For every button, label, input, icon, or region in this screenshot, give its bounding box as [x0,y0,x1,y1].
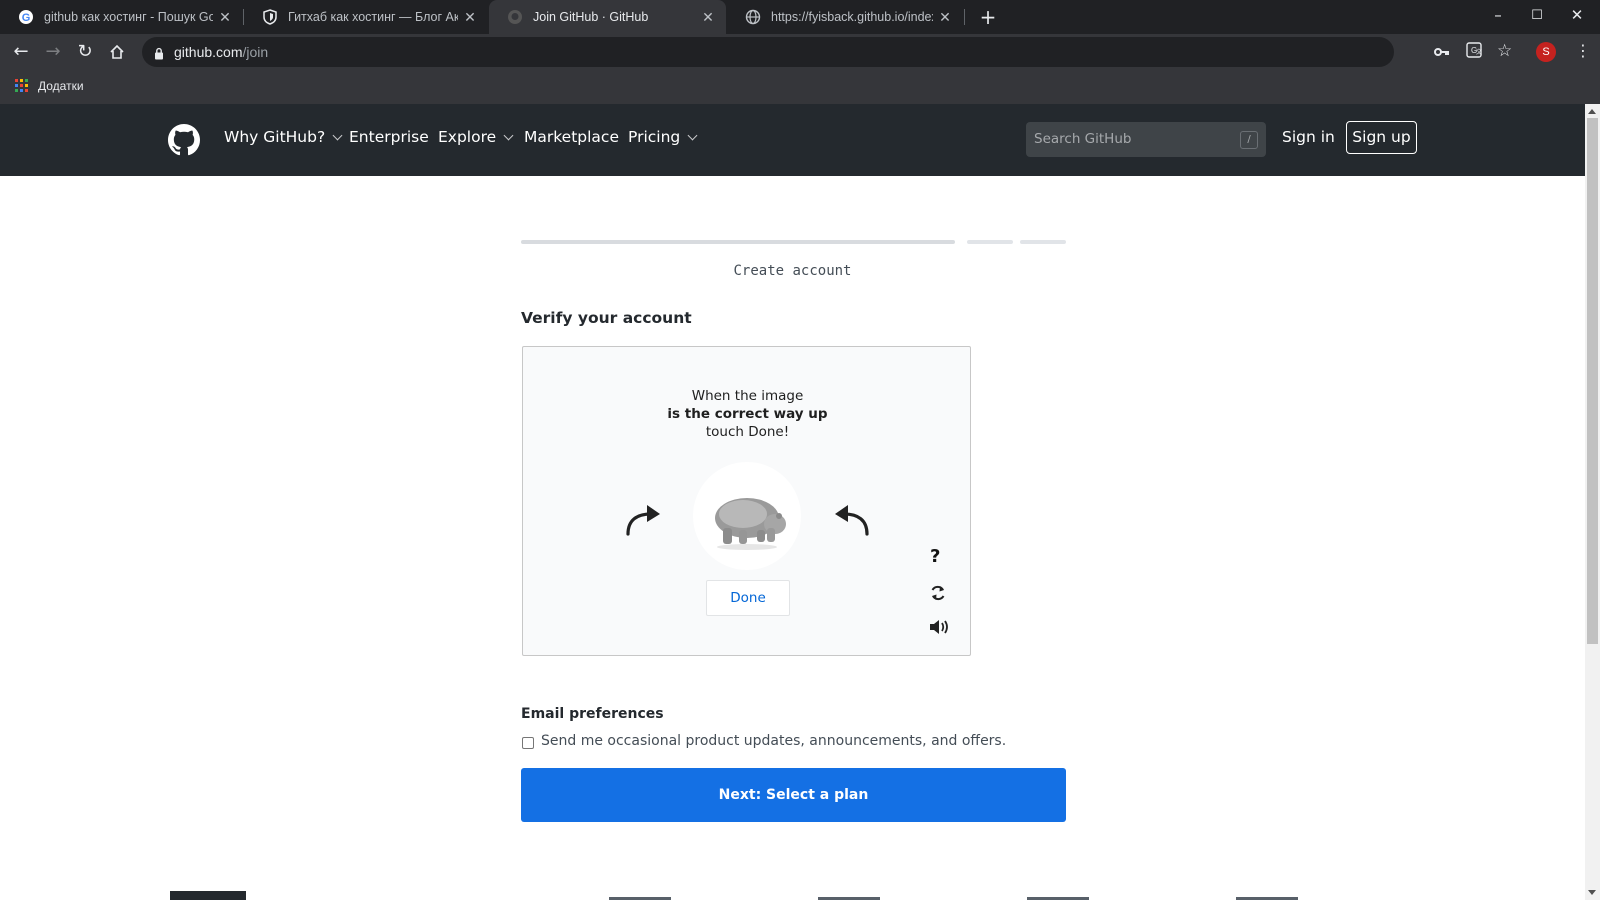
next-select-plan-button[interactable]: Next: Select a plan [521,768,1066,822]
chevron-down-icon [332,130,343,140]
search-shortcut-key: / [1240,131,1258,149]
footer-logo-partial [170,891,246,900]
chevron-down-icon [503,130,514,140]
tab-title: github как хостинг - Пошук Google [44,10,213,24]
progress-step-2 [967,240,1013,244]
browser-menu-icon[interactable]: ⋮ [1575,41,1591,60]
sign-up-button[interactable]: Sign up [1346,121,1417,154]
rotate-left-arrow-icon[interactable] [623,502,663,542]
tab-title: https://fyisback.github.io/index.html [771,10,933,24]
apps-bookmark-label[interactable]: Додатки [38,79,84,93]
nav-marketplace[interactable]: Marketplace [524,128,619,146]
minimize-icon[interactable]: – [1488,6,1508,24]
captcha-help-icon[interactable]: ? [930,546,940,567]
close-tab-icon[interactable]: ✕ [213,9,237,26]
nav-label: Why GitHub? [224,128,326,146]
sign-in-link[interactable]: Sign in [1282,128,1335,146]
tab-blog[interactable]: Гитхаб как хостинг — Блог Академии ✕ [244,0,488,34]
svg-text:G: G [22,12,31,24]
search-input[interactable]: Search GitHub / [1026,122,1266,157]
captcha-panel: When the image is the correct way up tou… [522,346,971,656]
tab-google-search[interactable]: G github как хостинг - Пошук Google ✕ [0,0,243,34]
nav-label: Explore [438,128,497,146]
search-placeholder: Search GitHub [1034,131,1132,147]
close-tab-icon[interactable]: ✕ [458,9,482,26]
lock-icon [154,45,164,64]
close-tab-icon[interactable]: ✕ [696,9,720,26]
forward-icon[interactable]: → [40,39,66,65]
nav-label: Enterprise [349,128,429,146]
nav-explore[interactable]: Explore [438,128,514,146]
url-path: /join [242,44,269,60]
tab-fyisback[interactable]: https://fyisback.github.io/index.html ✕ [727,0,963,34]
browser-toolbar: ← → ↻ github.com/join G文 ☆ S ⋮ [0,34,1600,70]
google-icon: G [18,9,34,25]
tab-join-github[interactable]: Join GitHub · GitHub ✕ [489,0,726,34]
tab-title: Join GitHub · GitHub [533,10,649,24]
nav-label: Marketplace [524,128,619,146]
scrollbar-thumb[interactable] [1587,118,1598,644]
apps-grid-icon[interactable] [15,79,28,92]
captcha-animal-image [693,462,801,570]
captcha-audio-icon[interactable] [928,618,950,640]
progress-step-1 [521,240,955,244]
url-text: github.com/join [174,44,268,60]
bear-image [715,498,786,550]
email-opt-in-checkbox[interactable] [522,737,534,749]
nav-enterprise[interactable]: Enterprise [349,128,429,146]
github-icon [507,9,523,25]
email-opt-in-label[interactable]: Send me occasional product updates, anno… [541,733,1006,749]
page-scrollbar[interactable] [1585,104,1600,900]
rotate-right-arrow-icon[interactable] [832,502,872,542]
url-host: github.com [174,44,243,60]
bookmark-star-icon[interactable]: ☆ [1497,41,1512,61]
home-icon[interactable] [104,39,130,65]
captcha-done-button[interactable]: Done [706,580,790,616]
instruction-line: When the image [691,388,804,404]
new-tab-icon[interactable]: + [976,5,1000,29]
key-icon[interactable] [1434,43,1450,61]
window-close-icon[interactable]: ✕ [1567,6,1587,24]
svg-text:文: 文 [1476,48,1482,56]
tab-title: Гитхаб как хостинг — Блог Академии [288,10,458,24]
instruction-line: touch Done! [705,424,790,440]
captcha-reload-icon[interactable] [929,584,947,606]
scroll-up-arrow-icon[interactable] [1588,109,1596,114]
github-logo-icon[interactable] [168,124,200,160]
nav-label: Pricing [628,128,681,146]
close-tab-icon[interactable]: ✕ [933,9,957,26]
globe-icon [745,9,761,25]
footer-partial [0,888,1585,900]
nav-pricing[interactable]: Pricing [628,128,698,146]
step-label: Create account [733,263,852,279]
reload-icon[interactable]: ↻ [72,39,98,65]
nav-why-github[interactable]: Why GitHub? [224,128,343,146]
instruction-line-bold: is the correct way up [667,406,828,422]
back-icon[interactable]: ← [8,39,34,65]
shield-icon [262,9,278,25]
translate-icon[interactable]: G文 [1466,42,1482,62]
progress-step-3 [1020,240,1066,244]
bookmarks-bar: Додатки [0,70,1600,105]
captcha-instruction: When the image is the correct way up tou… [523,387,972,441]
tab-divider [964,9,965,25]
address-bar[interactable]: github.com/join [142,37,1394,67]
scroll-down-arrow-icon[interactable] [1588,890,1596,895]
chevron-down-icon [687,130,698,140]
email-preferences-title: Email preferences [521,706,664,722]
profile-avatar[interactable]: S [1536,42,1556,62]
browser-tab-strip: G github как хостинг - Пошук Google ✕ Ги… [0,0,1600,34]
maximize-icon[interactable]: ☐ [1527,8,1547,23]
github-header: Why GitHub? Enterprise Explore Marketpla… [0,104,1585,176]
verify-title: Verify your account [521,309,692,327]
